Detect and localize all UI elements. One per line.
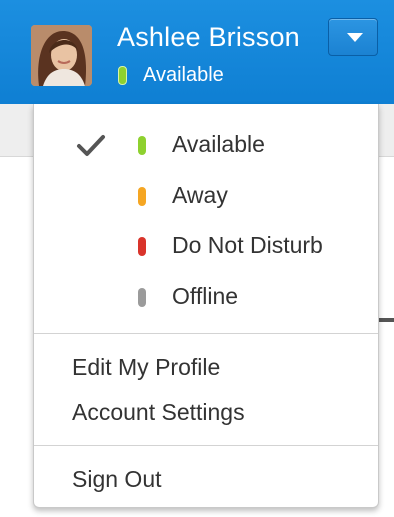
status-option-label: Offline — [172, 283, 239, 309]
menu-divider — [34, 445, 378, 446]
status-dropdown-button[interactable] — [328, 18, 378, 56]
current-status-label: Available — [143, 63, 224, 86]
account-settings-item[interactable]: Account Settings — [34, 393, 378, 433]
edit-profile-item[interactable]: Edit My Profile — [34, 348, 378, 388]
status-menu: Available Away Do Not Disturb Offline Ed… — [33, 104, 379, 508]
user-name: Ashlee Brisson — [117, 22, 300, 52]
status-dot-icon — [138, 187, 146, 206]
sign-out-label: Sign Out — [72, 466, 162, 492]
sign-out-item[interactable]: Sign Out — [34, 460, 378, 500]
status-dot-icon — [138, 237, 146, 256]
status-dot-icon — [138, 136, 146, 155]
status-option-available[interactable]: Available — [34, 124, 378, 168]
status-indicator-icon — [118, 65, 127, 85]
status-option-offline[interactable]: Offline — [34, 276, 378, 320]
edit-profile-label: Edit My Profile — [72, 354, 221, 380]
check-icon — [76, 133, 106, 159]
account-settings-label: Account Settings — [72, 399, 245, 425]
background-divider — [378, 318, 394, 322]
status-option-label: Do Not Disturb — [172, 232, 323, 258]
menu-divider — [34, 333, 378, 334]
user-header: Ashlee Brisson Available — [0, 0, 394, 104]
avatar — [31, 25, 92, 86]
status-option-away[interactable]: Away — [34, 175, 378, 219]
status-option-label: Available — [172, 131, 265, 157]
status-dot-icon — [138, 288, 146, 307]
status-option-do-not-disturb[interactable]: Do Not Disturb — [34, 225, 378, 269]
caret-down-icon — [347, 33, 363, 42]
status-option-label: Away — [172, 182, 228, 208]
current-status: Available — [118, 62, 224, 88]
